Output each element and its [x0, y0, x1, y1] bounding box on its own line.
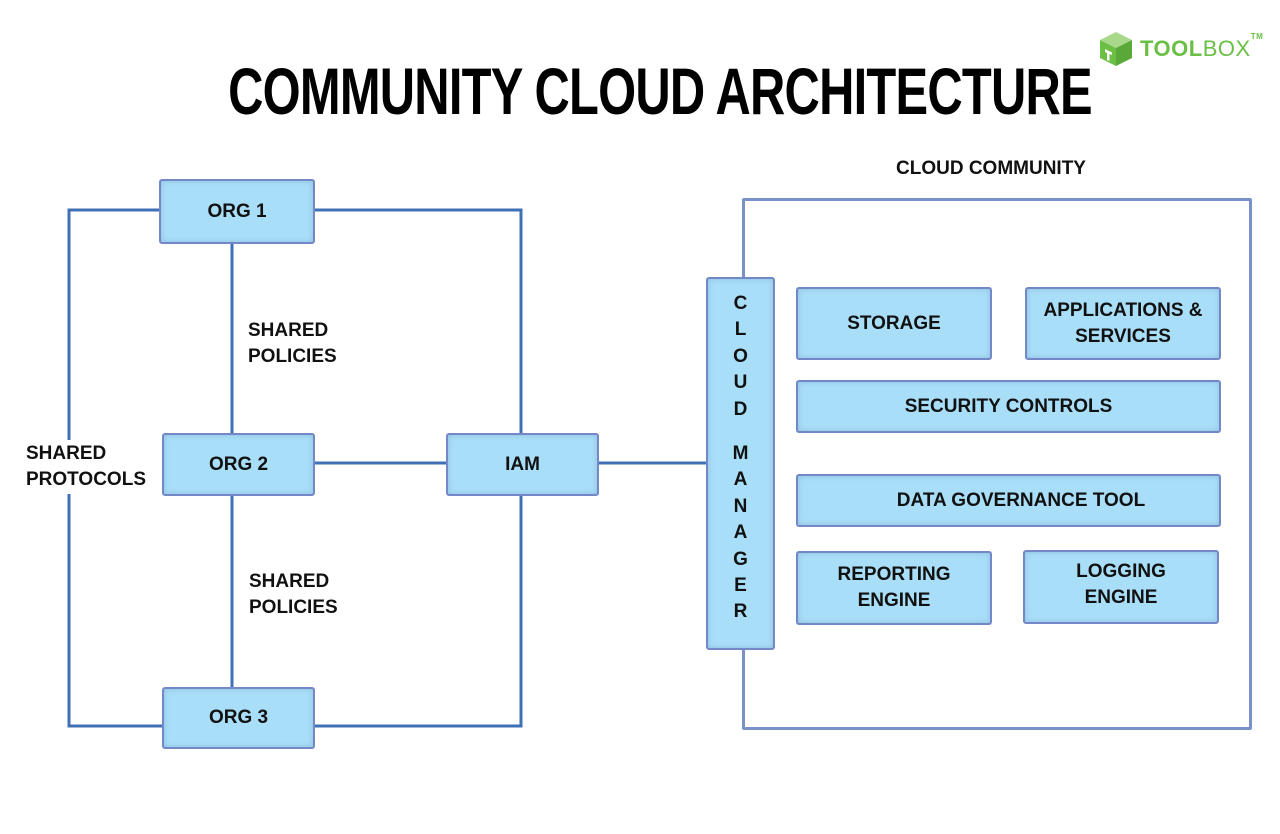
logging-engine-node[interactable]: LOGGING ENGINE: [1023, 550, 1219, 624]
iam-node[interactable]: IAM: [446, 433, 599, 496]
storage-node[interactable]: STORAGE: [796, 287, 992, 360]
connector-org3-left: [67, 494, 163, 728]
security-controls-node[interactable]: SECURITY CONTROLS: [796, 380, 1221, 433]
connector-org1-iam: [314, 208, 523, 434]
connector-org3-iam: [314, 495, 523, 728]
cloud-community-heading: CLOUD COMMUNITY: [896, 158, 1086, 179]
applications-services-node[interactable]: APPLICATIONS & SERVICES: [1025, 287, 1221, 360]
cloud-manager-node[interactable]: C L O U D M A N A G E R: [706, 277, 775, 650]
org-2-node[interactable]: ORG 2: [162, 433, 315, 496]
org-1-node[interactable]: ORG 1: [159, 179, 315, 244]
shared-policies-top-label: SHARED POLICIES: [248, 320, 337, 367]
connector-org1-left: [67, 208, 160, 440]
org-3-node[interactable]: ORG 3: [162, 687, 315, 749]
shared-policies-bottom-label: SHARED POLICIES: [249, 571, 338, 618]
cloud-community-container: [742, 198, 1252, 730]
data-governance-tool-node[interactable]: DATA GOVERNANCE TOOL: [796, 474, 1221, 527]
shared-protocols-label: SHARED PROTOCOLS: [26, 441, 146, 493]
reporting-engine-node[interactable]: REPORTING ENGINE: [796, 551, 992, 625]
